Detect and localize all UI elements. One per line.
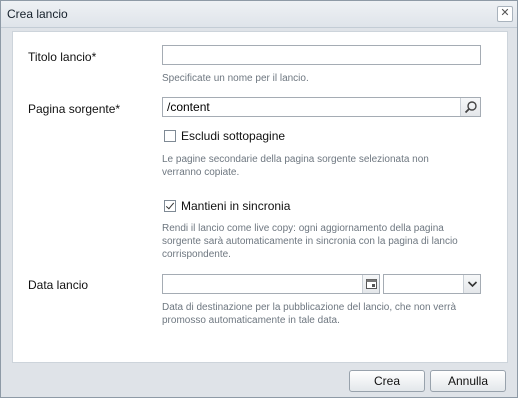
required-mark: *	[91, 50, 97, 64]
exclude-subpages-checkbox[interactable]	[164, 130, 176, 142]
exclude-subpages-hint: Le pagine secondarie della pagina sorgen…	[162, 154, 429, 178]
create-button[interactable]: Crea	[349, 370, 425, 392]
launch-date-input[interactable]	[163, 275, 361, 293]
time-dropdown-button[interactable]	[463, 275, 480, 293]
close-icon[interactable]: ✕	[497, 6, 513, 22]
launch-time-field[interactable]	[383, 274, 481, 294]
keep-in-sync-hint: Rendi il lancio come live copy: ogni agg…	[162, 223, 458, 260]
source-page-label-text: Pagina sorgente	[28, 102, 116, 116]
title-input[interactable]	[163, 46, 480, 64]
form-panel: Titolo lancio* Specificate un nome per i…	[12, 31, 508, 363]
source-page-field[interactable]	[162, 97, 481, 117]
keep-in-sync-label: Mantieni in sincronia	[181, 199, 291, 213]
title-field[interactable]	[162, 45, 481, 65]
keep-in-sync-checkbox[interactable]	[164, 200, 176, 212]
title-field-label: Titolo lancio*	[28, 50, 96, 64]
launch-date-label: Data lancio	[28, 278, 89, 292]
create-launch-dialog: Crea lancio ✕ Titolo lancio* Specificate…	[0, 0, 518, 398]
search-icon	[464, 101, 477, 114]
chevron-down-icon	[467, 281, 478, 288]
dialog-title: Crea lancio	[7, 7, 68, 21]
launch-time-input[interactable]	[384, 275, 464, 293]
launch-date-field[interactable]	[162, 274, 380, 294]
title-hint: Specificate un nome per il lancio.	[162, 73, 309, 84]
title-label-text: Titolo lancio	[28, 50, 92, 64]
cancel-button[interactable]: Annulla	[430, 370, 506, 392]
source-page-field-label: Pagina sorgente*	[28, 102, 120, 116]
calendar-button[interactable]	[362, 275, 379, 293]
source-page-input[interactable]	[163, 98, 459, 116]
launch-date-hint: Data di destinazione per la pubblicazion…	[162, 302, 457, 326]
exclude-subpages-label: Escludi sottopagine	[181, 129, 286, 143]
calendar-icon	[366, 279, 377, 289]
required-mark: *	[115, 102, 121, 116]
search-button[interactable]	[460, 98, 480, 116]
dialog-titlebar[interactable]: Crea lancio ✕	[1, 1, 517, 28]
